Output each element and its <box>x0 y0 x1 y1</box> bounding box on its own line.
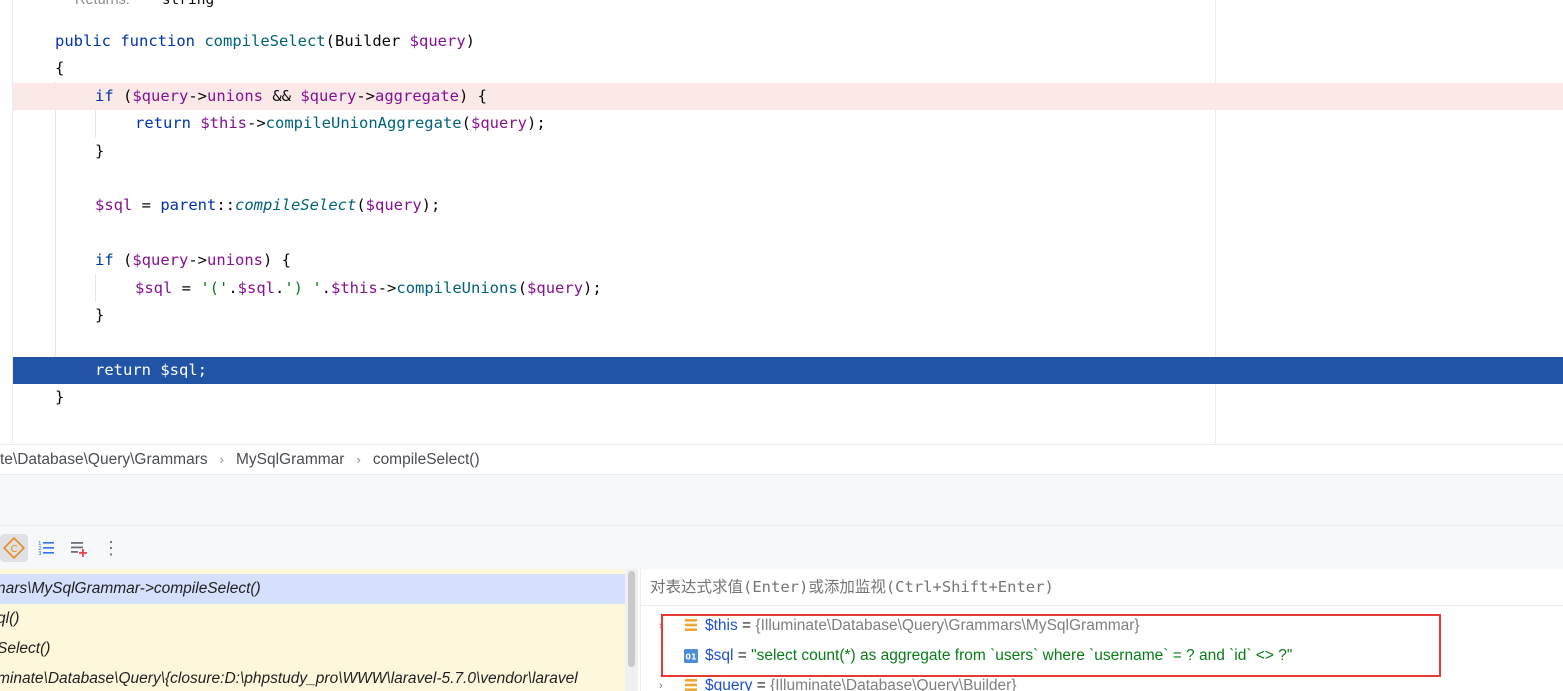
expand-chevron-icon[interactable]: › <box>659 611 663 641</box>
primitive-value-icon: 01 <box>684 649 698 663</box>
breadcrumb: te\Database\Query\Grammars › MySqlGrammar ›… <box>0 444 1563 474</box>
breadcrumb-item[interactable]: compileSelect() <box>373 451 486 469</box>
breadcrumb-separator-icon: › <box>356 452 361 467</box>
code-line[interactable] <box>0 220 1563 247</box>
more-vertical-icon: ⋮ <box>102 537 120 558</box>
variable-value: {Illuminate\Database\Query\Builder} <box>770 677 1017 691</box>
code-text: } <box>55 388 65 406</box>
code-text: if ($query->unions) { <box>95 251 292 269</box>
code-text: return $this->compileUnionAggregate($que… <box>135 114 546 132</box>
svg-text:01: 01 <box>685 653 697 662</box>
code-line[interactable]: if ($query->unions && $query->aggregate)… <box>13 83 1563 110</box>
tool-window-header <box>0 474 1563 525</box>
variable-value: {Illuminate\Database\Query\Grammars\MySq… <box>755 617 1140 634</box>
code-line[interactable]: } <box>0 384 1563 411</box>
code-text: } <box>95 306 105 324</box>
code-text: $sql = parent::compileSelect($query); <box>95 196 441 214</box>
frame-item[interactable]: Select() <box>0 634 625 664</box>
object-field-icon <box>685 679 697 691</box>
svg-text:3: 3 <box>38 551 42 557</box>
expand-chevron-icon[interactable]: › <box>659 671 663 691</box>
code-line[interactable]: } <box>0 138 1563 165</box>
evaluate-expression-input[interactable] <box>641 569 1563 605</box>
code-text: } <box>95 142 105 160</box>
frames-view-button[interactable]: C <box>0 534 28 562</box>
variable-name: $query <box>705 677 753 691</box>
code-text: return $sql; <box>95 361 207 379</box>
numbered-list-icon: 1 2 3 <box>38 541 54 557</box>
code-line[interactable]: return $this->compileUnionAggregate($que… <box>0 110 1563 137</box>
variables-panel: › $this = {Illuminate\Database\Query\Gra… <box>640 569 1563 691</box>
variable-row-query[interactable]: › $query = {Illuminate\Database\Query\Bu… <box>641 671 1563 691</box>
debugger-toolbar: C 1 2 3 ⋮ <box>0 525 1563 569</box>
code-line[interactable]: $sql = parent::compileSelect($query); <box>0 192 1563 219</box>
doc-returns-type: string <box>161 0 215 8</box>
doc-returns-label: Returns: <box>75 0 130 8</box>
frame-item[interactable]: minate\Database\Query\{closure:D:\phpstu… <box>0 664 625 691</box>
code-line[interactable]: { <box>0 55 1563 82</box>
variable-row-this[interactable]: › $this = {Illuminate\Database\Query\Gra… <box>641 611 1563 641</box>
svg-text:C: C <box>11 544 18 555</box>
code-line[interactable]: $sql = '('.$sql.') '.$this->compileUnion… <box>0 275 1563 302</box>
frames-scrollbar-thumb[interactable] <box>628 571 635 667</box>
frame-item[interactable]: ql() <box>0 604 625 634</box>
variable-name: $this <box>705 617 738 634</box>
code-text: { <box>55 59 65 77</box>
breadcrumb-item[interactable]: MySqlGrammar <box>236 451 351 469</box>
add-watch-button[interactable] <box>65 534 93 562</box>
threads-list-button[interactable]: 1 2 3 <box>32 534 60 562</box>
eval-divider <box>641 605 1563 606</box>
code-editor[interactable]: Returns: string public function compileSe… <box>0 0 1563 444</box>
breadcrumb-separator-icon: › <box>219 452 224 467</box>
code-line[interactable]: public function compileSelect(Builder $q… <box>0 28 1563 55</box>
variable-row-sql[interactable]: 01 $sql = "select count(*) as aggregate … <box>641 641 1563 671</box>
code-text: $sql = '('.$sql.') '.$this->compileUnion… <box>135 279 602 297</box>
add-watch-icon <box>71 542 87 557</box>
code-line[interactable]: if ($query->unions) { <box>0 247 1563 274</box>
code-text: public function compileSelect(Builder $q… <box>55 32 475 50</box>
frames-icon: C <box>3 537 25 559</box>
frames-list[interactable]: nars\MySqlGrammar->compileSelect() ql() … <box>0 569 638 691</box>
code-text: if ($query->unions && $query->aggregate)… <box>95 87 488 105</box>
frame-item[interactable]: nars\MySqlGrammar->compileSelect() <box>0 574 625 604</box>
code-line[interactable]: } <box>0 302 1563 329</box>
breadcrumb-item[interactable]: te\Database\Query\Grammars <box>0 451 214 469</box>
variable-name: $sql <box>705 647 734 664</box>
more-options-button[interactable]: ⋮ <box>97 534 125 562</box>
code-line[interactable] <box>0 329 1563 356</box>
doc-returns-hint: Returns: string <box>75 0 214 8</box>
object-field-icon <box>685 619 697 631</box>
code-line[interactable]: return $sql; <box>13 357 1563 384</box>
variable-value: "select count(*) as aggregate from `user… <box>751 647 1293 664</box>
code-line[interactable] <box>0 165 1563 192</box>
